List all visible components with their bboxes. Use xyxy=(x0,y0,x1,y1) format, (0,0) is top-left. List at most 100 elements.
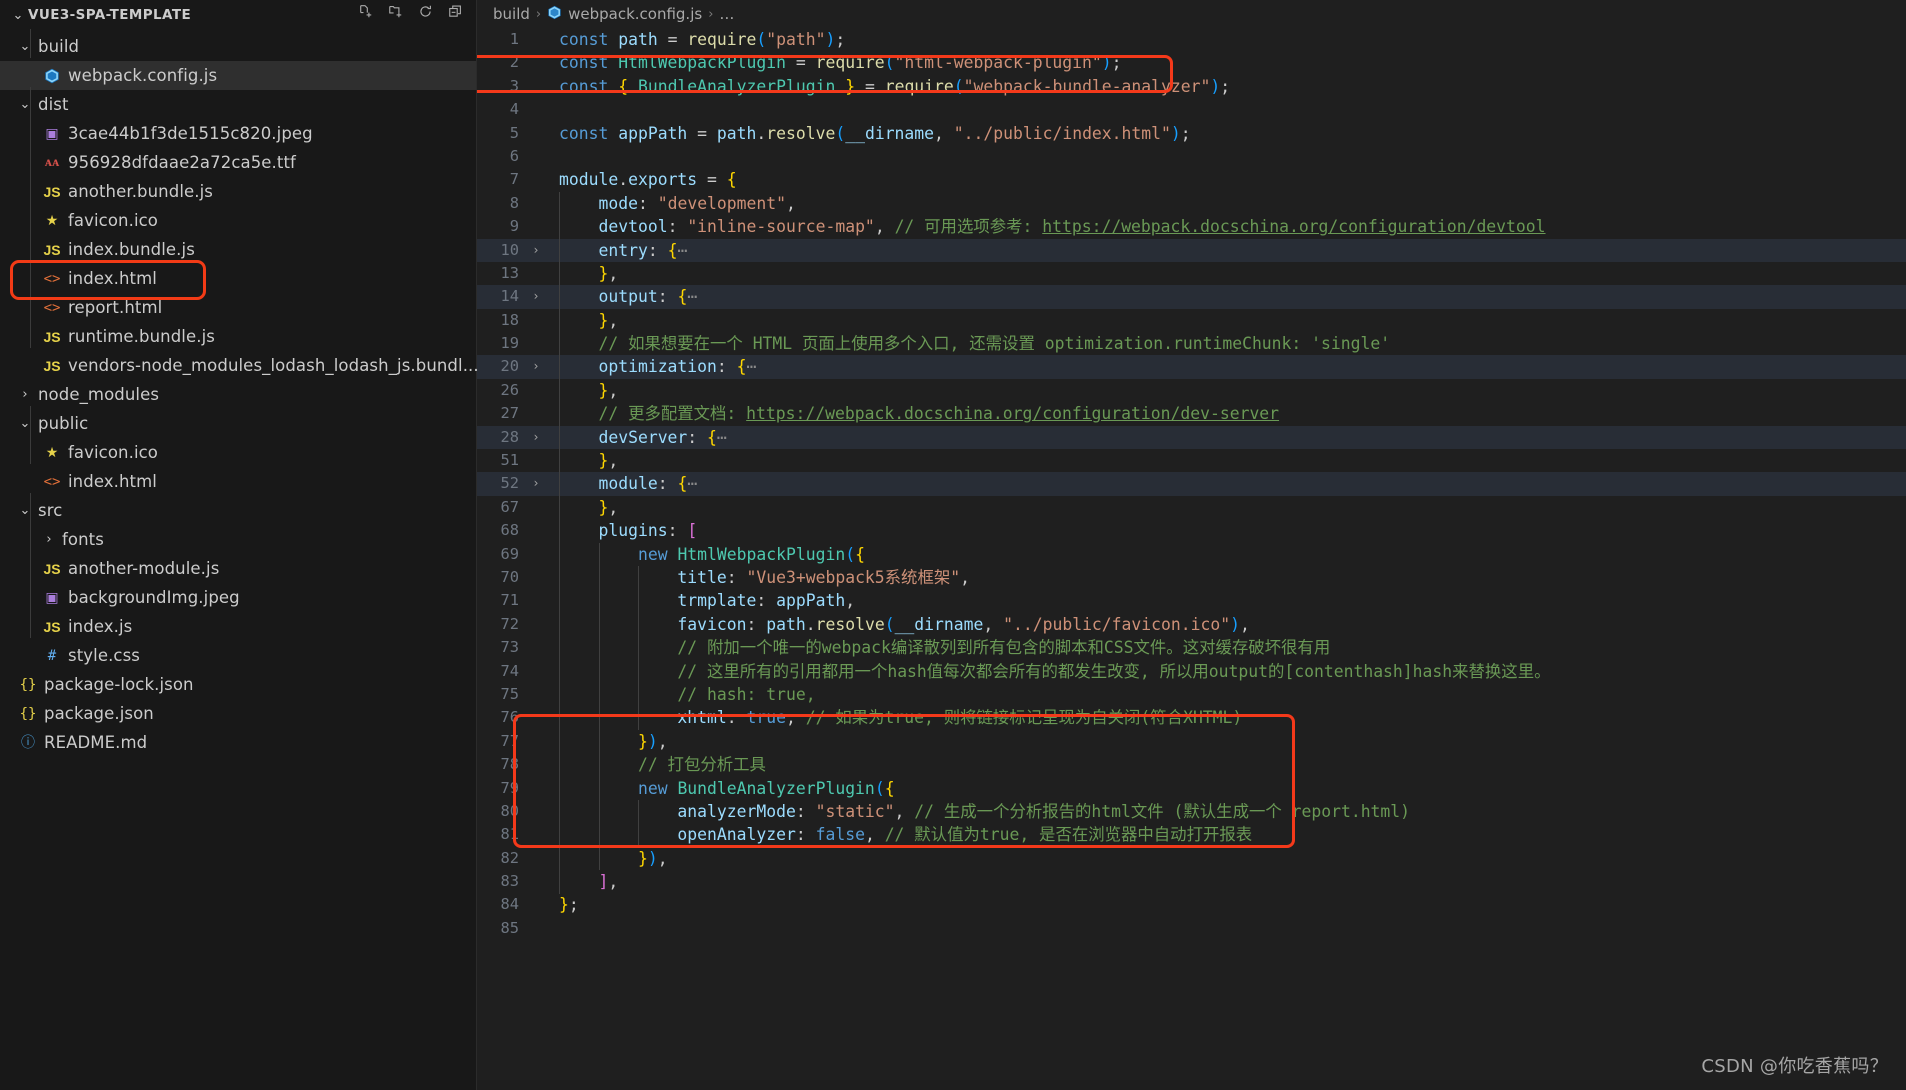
code-line-70[interactable]: 70 title: "Vue3+webpack5系统框架", xyxy=(477,566,1906,589)
code-line-1[interactable]: 1 const path = require("path"); xyxy=(477,28,1906,51)
code-line-68[interactable]: 68 plugins: [ xyxy=(477,519,1906,542)
tree-item-another-bundle-js[interactable]: JS another.bundle.js xyxy=(0,177,476,206)
breadcrumb-folder[interactable]: build xyxy=(493,5,530,23)
chevron-down-icon[interactable]: ⌄ xyxy=(10,9,26,22)
tree-item-src[interactable]: ⌄ src xyxy=(0,496,476,525)
code-line-2[interactable]: 2 const HtmlWebpackPlugin = require("html… xyxy=(477,51,1906,74)
fold-chevron-icon[interactable]: › xyxy=(525,285,547,308)
tree-item-public[interactable]: ⌄ public xyxy=(0,409,476,438)
code-line-82[interactable]: 82 }), xyxy=(477,847,1906,870)
line-number: 6 xyxy=(509,146,519,165)
tree-item-index-bundle-js[interactable]: JS index.bundle.js xyxy=(0,235,476,264)
fold-chevron-icon[interactable]: › xyxy=(525,239,547,262)
chevron-right-icon[interactable]: › xyxy=(40,533,58,546)
tree-item-favicon-ico[interactable]: ★ favicon.ico xyxy=(0,206,476,235)
code-line-8[interactable]: 8 mode: "development", xyxy=(477,192,1906,215)
code-line-83[interactable]: 83 ], xyxy=(477,870,1906,893)
tree-item-package-json[interactable]: {} package.json xyxy=(0,699,476,728)
code-line-76[interactable]: 76 xhtml: true, // 如果为true, 则将链接标记呈现为自关闭… xyxy=(477,706,1906,729)
css-icon: # xyxy=(47,647,57,664)
code-line-3[interactable]: 3 const { BundleAnalyzerPlugin } = requir… xyxy=(477,75,1906,98)
tree-item-webpack-config-js[interactable]: webpack.config.js xyxy=(0,61,476,90)
tree-item-runtime-bundle-js[interactable]: JS runtime.bundle.js xyxy=(0,322,476,351)
tree-item-3cae44b1f3de1515c820-jpeg[interactable]: ▣ 3cae44b1f3de1515c820.jpeg xyxy=(0,119,476,148)
code-line-84[interactable]: 84}; xyxy=(477,893,1906,916)
code-line-13[interactable]: 13 }, xyxy=(477,262,1906,285)
tree-item-backgroundimg-jpeg[interactable]: ▣ backgroundImg.jpeg xyxy=(0,583,476,612)
tree-item-index-html[interactable]: <> index.html xyxy=(0,264,476,293)
code-line-5[interactable]: 5 const appPath = path.resolve(__dirname,… xyxy=(477,122,1906,145)
tree-item-956928dfdaae2a72ca5e-ttf[interactable]: ᴀᴀ 956928dfdaae2a72ca5e.ttf xyxy=(0,148,476,177)
code-line-81[interactable]: 81 openAnalyzer: false, // 默认值为true, 是否在… xyxy=(477,823,1906,846)
json-icon: {} xyxy=(19,676,37,693)
code-line-67[interactable]: 67 }, xyxy=(477,496,1906,519)
chevron-down-icon[interactable]: ⌄ xyxy=(16,98,34,111)
code-line-75[interactable]: 75 // hash: true, xyxy=(477,683,1906,706)
tree-item-index-html[interactable]: <> index.html xyxy=(0,467,476,496)
code-line-78[interactable]: 78 // 打包分析工具 xyxy=(477,753,1906,776)
tree-item-style-css[interactable]: # style.css xyxy=(0,641,476,670)
code-line-20[interactable]: 20 › optimization: {⋯ xyxy=(477,355,1906,379)
line-content: module: {⋯ xyxy=(598,474,698,494)
breadcrumb-more[interactable]: … xyxy=(719,5,734,23)
line-content: new HtmlWebpackPlugin({ xyxy=(637,544,865,564)
code-line-85[interactable]: 85 xyxy=(477,917,1906,940)
tree-item-build[interactable]: ⌄ build xyxy=(0,32,476,61)
code-line-79[interactable]: 79 new BundleAnalyzerPlugin({ xyxy=(477,777,1906,800)
tree-item-readme-md[interactable]: ⓘ README.md xyxy=(0,728,476,757)
tree-item-another-module-js[interactable]: JS another-module.js xyxy=(0,554,476,583)
code-line-69[interactable]: 69 new HtmlWebpackPlugin({ xyxy=(477,543,1906,566)
new-file-icon[interactable] xyxy=(357,3,374,20)
code-line-7[interactable]: 7 module.exports = { xyxy=(477,168,1906,191)
code-line-27[interactable]: 27 // 更多配置文档: https://webpack.docschina.… xyxy=(477,402,1906,425)
tree-item-favicon-ico[interactable]: ★ favicon.ico xyxy=(0,438,476,467)
tree-item-fonts[interactable]: › fonts xyxy=(0,525,476,554)
fold-chevron-icon[interactable]: › xyxy=(525,426,547,449)
breadcrumb[interactable]: build › webpack.config.js › … xyxy=(477,0,1906,28)
collapse-all-icon[interactable] xyxy=(447,3,464,20)
tree-item-package-lock-json[interactable]: {} package-lock.json xyxy=(0,670,476,699)
code-line-9[interactable]: 9 devtool: "inline-source-map", // 可用选项参… xyxy=(477,215,1906,238)
tree-item-report-html[interactable]: <> report.html xyxy=(0,293,476,322)
new-folder-icon[interactable] xyxy=(387,3,404,20)
line-number: 85 xyxy=(500,918,519,937)
line-number: 68 xyxy=(500,521,519,540)
line-number: 2 xyxy=(509,53,519,72)
code-line-28[interactable]: 28 › devServer: {⋯ xyxy=(477,425,1906,450)
fold-chevron-icon[interactable]: › xyxy=(525,472,547,495)
explorer-header[interactable]: ⌄ VUE3-SPA-TEMPLATE xyxy=(0,0,476,30)
tree-item-label: vendors-node_modules_lodash_lodash_js.bu… xyxy=(68,356,479,375)
code-line-26[interactable]: 26 }, xyxy=(477,379,1906,402)
tree-item-node-modules[interactable]: › node_modules xyxy=(0,380,476,409)
code-line-72[interactable]: 72 favicon: path.resolve(__dirname, "../… xyxy=(477,613,1906,636)
code-line-10[interactable]: 10 › entry: {⋯ xyxy=(477,238,1906,262)
line-number: 70 xyxy=(500,567,519,586)
chevron-down-icon[interactable]: ⌄ xyxy=(16,417,34,430)
tree-item-label: webpack.config.js xyxy=(68,66,218,85)
chevron-down-icon[interactable]: ⌄ xyxy=(16,40,34,53)
code-line-19[interactable]: 19 // 如果想要在一个 HTML 页面上使用多个入口, 还需设置 optim… xyxy=(477,332,1906,355)
code-line-18[interactable]: 18 }, xyxy=(477,309,1906,332)
code-line-73[interactable]: 73 // 附加一个唯一的webpack编译散列到所有包含的脚本和CSS文件。这… xyxy=(477,636,1906,659)
refresh-icon[interactable] xyxy=(417,3,434,20)
chevron-down-icon[interactable]: ⌄ xyxy=(16,504,34,517)
code-line-4[interactable]: 4 xyxy=(477,98,1906,121)
code-line-51[interactable]: 51 }, xyxy=(477,449,1906,472)
tree-item-index-js[interactable]: JS index.js xyxy=(0,612,476,641)
chevron-right-icon[interactable]: › xyxy=(16,388,34,401)
fold-chevron-icon[interactable]: › xyxy=(525,355,547,378)
code-lines[interactable]: 1 const path = require("path"); 2 const Htm… xyxy=(477,28,1906,940)
code-line-80[interactable]: 80 analyzerMode: "static", // 生成一个分析报告的h… xyxy=(477,800,1906,823)
tree-item-vendors-node-modules-lodash-lodash-js-bundl-[interactable]: JS vendors-node_modules_lodash_lodash_js.… xyxy=(0,351,479,380)
tree-item-label: dist xyxy=(38,95,69,114)
code-line-6[interactable]: 6 xyxy=(477,145,1906,168)
tree-item-label: backgroundImg.jpeg xyxy=(68,588,240,607)
code-line-52[interactable]: 52 › module: {⋯ xyxy=(477,472,1906,496)
code-line-14[interactable]: 14 › output: {⋯ xyxy=(477,285,1906,309)
tree-item-dist[interactable]: ⌄ dist xyxy=(0,90,476,119)
tree-item-label: style.css xyxy=(68,646,140,665)
code-line-74[interactable]: 74 // 这里所有的引用都用一个hash值每次都会所有的都发生改变, 所以用o… xyxy=(477,660,1906,683)
breadcrumb-file[interactable]: webpack.config.js xyxy=(568,5,702,23)
code-line-77[interactable]: 77 }), xyxy=(477,730,1906,753)
code-line-71[interactable]: 71 trmplate: appPath, xyxy=(477,589,1906,612)
